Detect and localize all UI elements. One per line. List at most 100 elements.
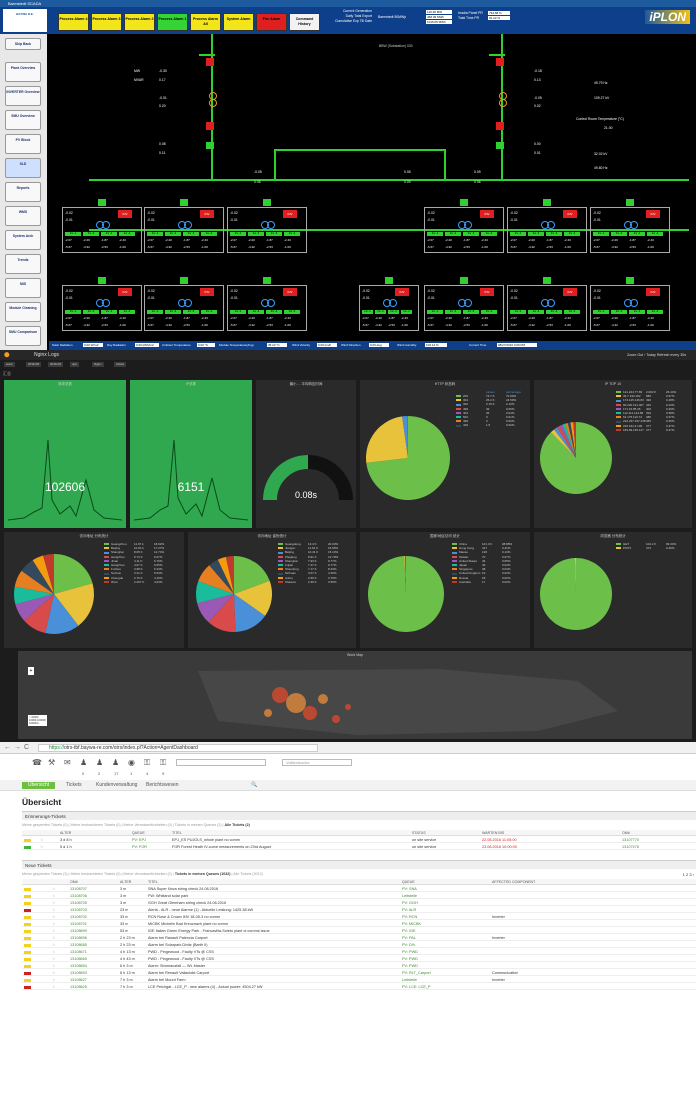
ticket-om[interactable]: 13108699 [70, 928, 87, 934]
inverter-button[interactable]: INV [283, 288, 297, 296]
user-icon[interactable]: ♟ [96, 758, 103, 767]
table-row[interactable]: ☆ 13108627 7 h 3 m Alarm bei Mount Farm Leit… [22, 977, 696, 983]
alarm-button-1[interactable]: Process Alarm 3 [91, 13, 122, 31]
new-tickets-header[interactable]: Neue Tickets [22, 860, 696, 869]
inverter-status[interactable]: Inv -1 [427, 310, 443, 314]
phone-icon[interactable]: ☎ [32, 758, 42, 767]
inverter-status[interactable]: Inv -3 [183, 232, 199, 236]
star-icon[interactable]: ☆ [40, 837, 43, 843]
ticket-om[interactable]: 13108702 [70, 914, 87, 920]
inverter-status[interactable]: Inv -1 [362, 310, 373, 314]
inverter-status[interactable]: Inv -4 [401, 310, 412, 314]
inverter-status[interactable]: Inv -1 [593, 232, 609, 236]
inverter-status[interactable]: Inv -2 [165, 232, 181, 236]
inverter-status[interactable]: Inv -3 [183, 310, 199, 314]
inverter-status[interactable]: Inv -1 [427, 232, 443, 236]
sidebar-button-6[interactable]: Reports [5, 182, 41, 202]
ticket-title[interactable]: Alarm bei Solarpark Divitz (Barth II) [148, 942, 208, 948]
tab-1[interactable]: Tickets [60, 782, 88, 789]
table-row[interactable]: ☆ 13108705 3 m GGH Great Glemham string che… [22, 900, 696, 906]
table-row[interactable]: ☆ 13108699 53 m IGE Italian Green Energy Pa… [22, 928, 696, 934]
inverter-status[interactable]: Inv -2 [528, 232, 544, 236]
inverter-status[interactable]: Inv -2 [611, 232, 627, 236]
table-row[interactable]: ☆ 13108707 3 m SNA Super Nova string check … [22, 886, 696, 892]
ticket-title[interactable]: FOR Forest Heath IV-curve measurements o… [172, 844, 271, 850]
ticket-title[interactable]: IGE Italian Green Energy Park - Francavi… [148, 928, 270, 934]
inverter-status[interactable]: Inv -4 [201, 310, 217, 314]
sidebar-button-12[interactable]: SMU Comparison [5, 326, 41, 346]
new-filters[interactable]: Meine gesperrten Tickets (3) | Meine beo… [22, 872, 263, 876]
column-header[interactable]: QUEUE [402, 879, 415, 885]
ticket-title[interactable]: PWD - Pingewood - Faulty VTs @ CSS [148, 949, 214, 955]
ticket-title[interactable]: FW: Whitland solar park [148, 893, 188, 899]
column-header[interactable]: STATUS [412, 830, 426, 836]
filter-chip-0[interactable]: www [4, 362, 15, 367]
inverter-status[interactable]: Inv -4 [284, 310, 300, 314]
breaker-green[interactable] [543, 277, 551, 284]
star-icon[interactable]: ☆ [52, 893, 55, 899]
table-row[interactable]: ☆ 13108706 3 m FW: Whitland solar park Leits… [22, 893, 696, 899]
star-icon[interactable]: ☆ [52, 900, 55, 906]
tab-2[interactable]: Kundenverwaltung [90, 782, 143, 789]
breaker-green[interactable] [626, 277, 634, 284]
alarm-button-3[interactable]: Process Alarm 1 [157, 13, 188, 31]
star-icon[interactable]: ☆ [52, 928, 55, 934]
inverter-status[interactable]: Inv -3 [546, 232, 562, 236]
inverter-button[interactable]: INV [200, 210, 214, 218]
column-header[interactable]: OM# [70, 879, 78, 885]
star-icon[interactable]: ☆ [52, 956, 55, 962]
lock-icon[interactable]: ⚿ [144, 758, 150, 768]
pager[interactable]: 1 2 3 › [683, 872, 694, 877]
inverter-status[interactable]: Inv -1 [65, 232, 81, 236]
inverter-status[interactable]: Inv -2 [445, 232, 461, 236]
column-header[interactable]: QUEUE [132, 830, 145, 836]
sidebar-button-10[interactable]: MIS [5, 278, 41, 298]
filter-chip-3[interactable]: ups [70, 362, 79, 367]
sidebar-button-1[interactable]: Plant Overview [5, 62, 41, 82]
star-icon[interactable]: ☆ [52, 935, 55, 941]
inverter-button[interactable]: INV [646, 210, 660, 218]
column-header[interactable]: ALTER [120, 879, 131, 885]
ticket-title[interactable]: EPJ_ES PUJOLS_whole plant no comm [172, 837, 240, 843]
ticket-om[interactable]: 13108654 [70, 963, 87, 969]
breaker-green[interactable] [180, 199, 188, 206]
ticket-om[interactable]: 13108703 [70, 907, 87, 913]
column-header[interactable]: AFFECTED COMPONENT [492, 879, 535, 885]
inverter-status[interactable]: Inv -1 [230, 310, 246, 314]
star-icon[interactable]: ☆ [40, 844, 43, 850]
ticket-title[interactable]: LCE Peichgat - LCE_P - new alarms (4) - … [148, 984, 263, 990]
legend-row[interactable]: POST 474 0.46% [616, 546, 690, 550]
column-header[interactable]: WARTEN BIS [482, 830, 504, 836]
column-header[interactable]: TITEL [172, 830, 182, 836]
ticket-title[interactable]: PWD - Pingewood - Faulty VTs @ CSS [148, 956, 214, 962]
inverter-status[interactable]: Inv -4 [647, 232, 663, 236]
inverter-status[interactable]: Inv -4 [119, 310, 135, 314]
inverter-status[interactable]: Inv -3 [101, 232, 117, 236]
alarm-button-2[interactable]: Process Alarm 2 [124, 13, 155, 31]
star-icon[interactable]: ☆ [52, 914, 55, 920]
alarm-button-7[interactable]: Command History [289, 13, 320, 31]
breaker-green[interactable] [496, 142, 504, 149]
star-icon[interactable]: ☆ [52, 921, 55, 927]
inverter-status[interactable]: Inv -2 [248, 232, 264, 236]
inverter-status[interactable]: Inv -2 [528, 310, 544, 314]
back-icon[interactable]: ← [4, 744, 11, 751]
alarm-button-6[interactable]: Fire Alarm [256, 13, 287, 31]
breaker-red[interactable] [496, 58, 504, 66]
ticket-title[interactable]: Alarm: Stromausfall — WL Master [148, 963, 205, 969]
inverter-status[interactable]: Inv -2 [83, 310, 99, 314]
star-icon[interactable]: ☆ [52, 907, 55, 913]
inverter-status[interactable]: Inv -3 [463, 232, 479, 236]
ticket-om[interactable]: 13108671 [70, 949, 87, 955]
inverter-status[interactable]: Inv -4 [201, 232, 217, 236]
table-row[interactable]: ☆ 5 d 1 h PV: FOR FOR Forest Heath IV-curve… [22, 844, 696, 850]
inverter-status[interactable]: Inv -2 [375, 310, 386, 314]
fulltext-search-input[interactable]: Volltextsuche [282, 759, 352, 766]
table-row[interactable]: ☆ 13108702 33 m RCN Rose & Crown INV 18-05-… [22, 914, 696, 920]
lock-icon[interactable]: ⚿ [160, 758, 166, 768]
inverter-status[interactable]: Inv -3 [629, 232, 645, 236]
inverter-status[interactable]: Inv -1 [510, 232, 526, 236]
ticket-title[interactable]: SNA Super Nova string check 24.08.2016 [148, 886, 218, 892]
search-icon[interactable]: 🔍 [245, 782, 263, 789]
breaker-green[interactable] [460, 199, 468, 206]
